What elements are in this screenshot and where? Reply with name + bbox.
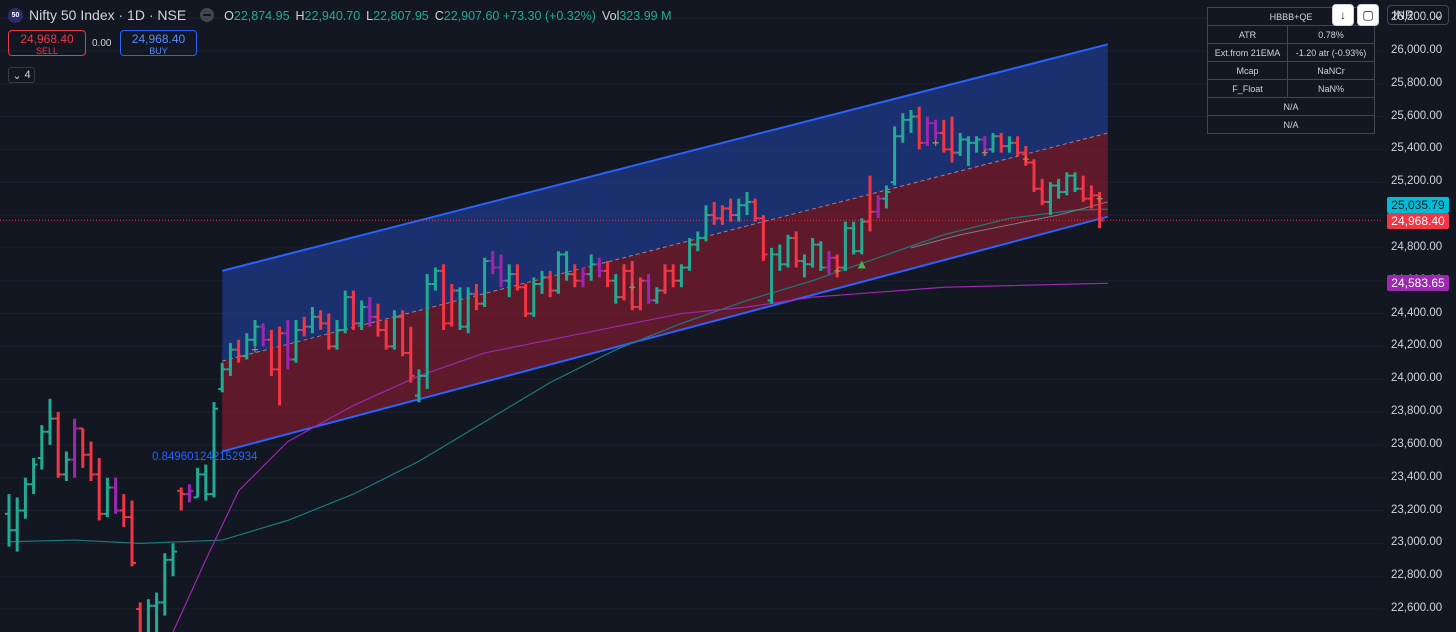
ohlc-bar (146, 599, 153, 632)
axis-tick-label: 23,000.00 (1391, 536, 1443, 549)
ohlc-bar (29, 457, 38, 495)
ohlc-values: O22,874.95 H22,940.70 L22,807.95 C22,907.60… (224, 7, 677, 23)
ohlc-bar (37, 425, 46, 470)
price-tag: 24,583.65 (1387, 275, 1449, 292)
ohlc-bar (111, 477, 120, 514)
symbol-title[interactable]: Nifty 50 Index · 1D · NSE (29, 7, 186, 23)
regression-channel[interactable] (221, 43, 1109, 453)
ohlc-bar (136, 602, 142, 632)
ohlc-bar (152, 592, 161, 632)
ohlc-item: C22,907.60 +73.30 (+0.32%) (435, 9, 596, 23)
axis-tick-label: 25,800.00 (1391, 76, 1443, 89)
symbol-logo: 50 (8, 7, 23, 23)
indicators-count: 4 (24, 69, 31, 81)
ohlc-item: L22,807.95 (366, 9, 429, 23)
ohlc-key: O (224, 9, 234, 23)
ohlc-value: 22,907.60 +73.30 (+0.32%) (443, 9, 596, 23)
buy-price: 24,968.40 (131, 32, 186, 46)
axis-tick-label: 23,800.00 (1391, 405, 1443, 418)
axis-tick-label: 24,000.00 (1391, 372, 1443, 385)
buy-button[interactable]: 24,968.40 BUY (120, 30, 197, 56)
ohlc-bar (177, 487, 186, 511)
ohlc-value: 22,874.95 (233, 9, 290, 23)
axis-tick-label: 25,600.00 (1391, 109, 1443, 122)
ohlc-value: 22,807.95 (373, 9, 429, 23)
info-full-row: N/A (1207, 97, 1375, 116)
chevron-down-icon: ⌄ (12, 69, 22, 82)
ohlc-bar (5, 494, 13, 547)
info-value: NaN% (1287, 79, 1375, 98)
ohlc-bar (87, 441, 95, 481)
axis-tick-label: 26,200.00 (1391, 11, 1443, 24)
ohlc-bar (78, 427, 87, 468)
price-tag: 24,968.40 (1387, 213, 1449, 230)
sell-button[interactable]: 24,968.40 SELL (8, 30, 86, 56)
info-value: NaNCr (1287, 61, 1375, 80)
buy-label: BUY (149, 46, 168, 56)
ohlc-bar (193, 467, 202, 499)
sell-price: 24,968.40 (20, 32, 74, 46)
info-label: ATR (1207, 25, 1288, 44)
axis-tick-label: 23,600.00 (1391, 437, 1443, 450)
axis-tick-label: 24,800.00 (1391, 240, 1443, 253)
ohlc-bar (185, 484, 194, 503)
ohlc-key: H (295, 9, 305, 23)
indicators-toggle[interactable]: ⌄ 4 (8, 67, 35, 83)
ohlc-bar (70, 418, 79, 478)
info-label: Ext.from 21EMA (1207, 43, 1288, 62)
ohlc-key: C (434, 9, 444, 23)
ohlc-bar (160, 553, 169, 616)
axis-tick-label: 22,600.00 (1391, 602, 1443, 615)
info-label: Mcap (1207, 61, 1288, 80)
ohlc-item: H22,940.70 (296, 9, 361, 23)
axis-tick-label: 22,800.00 (1391, 569, 1443, 582)
axis-tick-label: 25,400.00 (1391, 142, 1443, 155)
axis-tick-label: 24,200.00 (1391, 339, 1443, 352)
price-tag: 25,035.79 (1387, 197, 1449, 214)
ohlc-bar (169, 543, 177, 577)
ohlc-bar (201, 464, 210, 501)
ohlc-key: Vol (601, 9, 620, 23)
axis-tick-label: 23,200.00 (1391, 503, 1443, 516)
ohlc-bar (62, 451, 71, 481)
ohlc-value: 22,940.70 (304, 9, 361, 23)
ohlc-bar (21, 477, 30, 519)
download-icon[interactable]: ↓ (1332, 4, 1354, 26)
channel-annotation: 0.849601242152934 (152, 451, 258, 463)
info-full-row: N/A (1207, 115, 1375, 134)
hide-icon[interactable] (200, 8, 215, 22)
axis-tick-label: 24,400.00 (1391, 306, 1443, 319)
info-label: F_Float (1207, 79, 1288, 98)
info-value: -1.20 atr (-0.93%) (1287, 43, 1375, 62)
axis-tick-label: 23,400.00 (1391, 470, 1443, 483)
info-value: 0.78% (1287, 25, 1375, 44)
sell-label: SELL (35, 46, 59, 56)
axis-tick-label: 25,200.00 (1391, 175, 1443, 188)
info-table: HBBB+QE ATR 0.78% Ext.from 21EMA -1.20 atr… (1207, 7, 1375, 134)
symbol-header: 50 Nifty 50 Index · 1D · NSE O22,874.95 H… (8, 6, 677, 24)
ohlc-bar (46, 398, 54, 445)
ohlc-value: 323.99 M (619, 9, 672, 23)
ohlc-bar (210, 402, 218, 498)
ohlc-item: O22,874.95 (224, 9, 289, 23)
spread-value: 0.00 (92, 38, 112, 49)
ohlc-bar (103, 477, 112, 518)
fullscreen-icon[interactable]: ▢ (1357, 4, 1379, 26)
axis-tick-label: 26,000.00 (1391, 43, 1443, 56)
ohlc-item: Vol323.99 M (602, 9, 672, 23)
